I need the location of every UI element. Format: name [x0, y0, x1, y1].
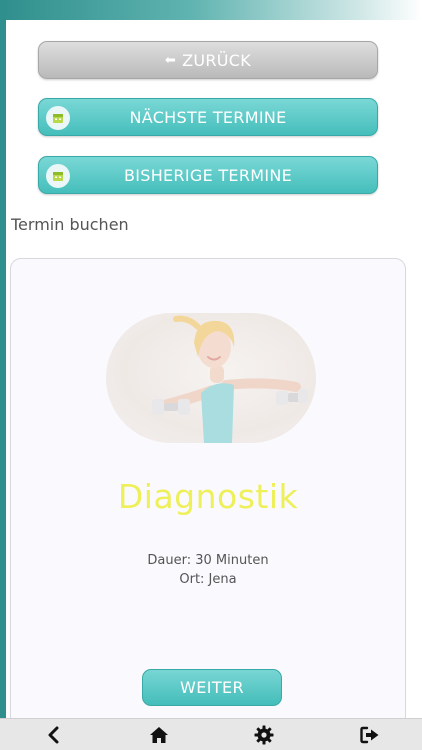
back-button[interactable]: ⬅ ZURÜCK	[38, 41, 378, 79]
continue-button[interactable]: WEITER	[142, 669, 282, 706]
home-icon	[150, 727, 168, 743]
service-image	[106, 313, 316, 443]
gear-icon	[254, 725, 274, 745]
service-card: Diagnostik Dauer: 30 Minuten Ort: Jena W…	[10, 258, 406, 738]
nav-back-button[interactable]	[42, 724, 64, 746]
header-gradient-bar	[0, 0, 422, 20]
past-appointments-label: BISHERIGE TERMINE	[123, 165, 293, 185]
nav-logout-button[interactable]	[359, 724, 381, 746]
continue-button-label: WEITER	[179, 678, 245, 697]
back-button-label: ZURÜCK	[182, 50, 252, 70]
bottom-nav-bar	[0, 718, 422, 750]
nav-settings-button[interactable]	[253, 724, 275, 746]
service-duration: Dauer: 30 Minuten	[147, 553, 269, 568]
service-name: Diagnostik	[117, 477, 299, 516]
service-location: Ort: Jena	[179, 572, 237, 587]
past-appointments-button[interactable]: BISHERIGE TERMINE	[38, 156, 378, 194]
calendar-icon	[46, 106, 70, 130]
left-accent-strip	[0, 0, 6, 720]
nav-home-button[interactable]	[148, 724, 170, 746]
next-appointments-button[interactable]: NÄCHSTE TERMINE	[38, 98, 378, 136]
arrow-left-icon: ⬅	[164, 52, 177, 68]
next-appointments-label: NÄCHSTE TERMINE	[129, 107, 287, 127]
calendar-icon	[46, 164, 70, 188]
section-title: Termin buchen	[11, 215, 129, 234]
chevron-left-icon	[48, 726, 59, 744]
logout-icon	[360, 726, 379, 744]
